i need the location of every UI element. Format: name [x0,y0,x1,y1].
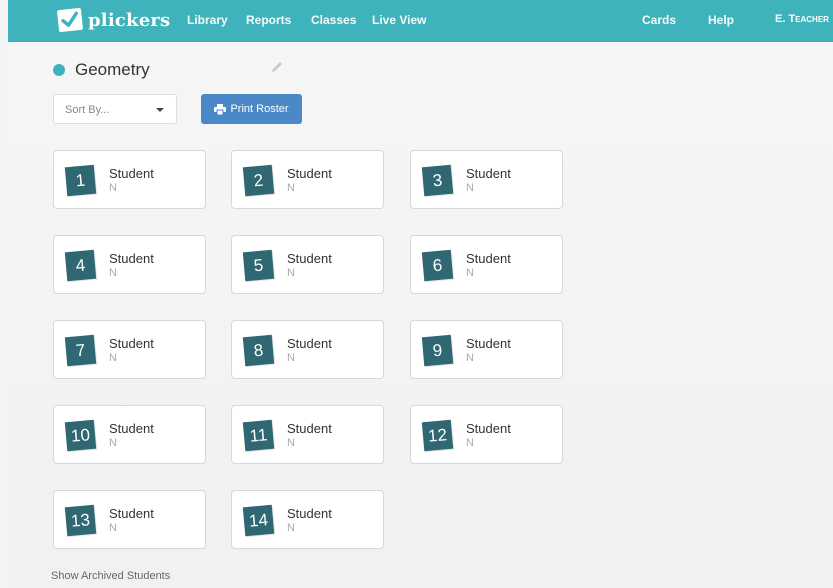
card-number-badge: 8 [242,334,275,367]
card-number-badge: 11 [242,419,275,452]
student-last-name: N [287,522,295,534]
card-number-badge: 1 [64,164,97,197]
student-last-name: N [109,182,117,194]
student-first-name: Student [466,421,511,436]
nav-classes[interactable]: Classes [311,13,356,27]
student-card[interactable]: 7 Student N [53,320,206,379]
student-last-name: N [466,352,474,364]
student-card[interactable]: 9 Student N [410,320,563,379]
student-first-name: Student [109,251,154,266]
card-number-badge: 2 [242,164,275,197]
class-color-dot [53,64,65,76]
print-roster-label: Print Roster [230,103,289,115]
edit-pencil-icon[interactable] [270,60,284,79]
chevron-down-icon [156,108,164,112]
logo-text: plickers [88,9,171,31]
student-card[interactable]: 5 Student N [231,235,384,294]
nav-user-menu[interactable]: E. Teacher [775,13,829,25]
student-first-name: Student [109,166,154,181]
student-card[interactable]: 11 Student N [231,405,384,464]
student-last-name: N [109,437,117,449]
student-first-name: Student [287,166,332,181]
card-number-badge: 10 [64,419,97,452]
student-last-name: N [466,437,474,449]
student-card[interactable]: 2 Student N [231,150,384,209]
student-last-name: N [109,352,117,364]
top-navbar: plickers Library Reports Classes Live Vi… [8,0,833,42]
card-number-badge: 5 [242,249,275,282]
student-first-name: Student [287,336,332,351]
show-archived-students-link[interactable]: Show Archived Students [51,570,170,582]
student-first-name: Student [109,506,154,521]
student-last-name: N [466,267,474,279]
student-first-name: Student [287,506,332,521]
student-first-name: Student [466,336,511,351]
student-last-name: N [287,267,295,279]
student-card[interactable]: 1 Student N [53,150,206,209]
class-title: Geometry [75,60,150,79]
student-card[interactable]: 12 Student N [410,405,563,464]
checkmark-logo-icon [56,7,84,33]
card-number-badge: 7 [64,334,97,367]
student-card[interactable]: 8 Student N [231,320,384,379]
student-first-name: Student [109,421,154,436]
student-card[interactable]: 14 Student N [231,490,384,549]
student-last-name: N [287,437,295,449]
card-number-badge: 13 [64,504,97,537]
student-card[interactable]: 13 Student N [53,490,206,549]
student-first-name: Student [287,251,332,266]
nav-help[interactable]: Help [708,13,734,27]
card-number-badge: 12 [421,419,454,452]
student-card[interactable]: 10 Student N [53,405,206,464]
student-last-name: N [109,267,117,279]
sort-by-select[interactable]: Sort By... [53,94,177,124]
nav-reports[interactable]: Reports [246,13,291,27]
student-first-name: Student [466,166,511,181]
card-number-badge: 9 [421,334,454,367]
student-first-name: Student [287,421,332,436]
nav-live-view[interactable]: Live View [372,13,426,27]
student-card[interactable]: 3 Student N [410,150,563,209]
sort-by-label: Sort By... [65,104,110,116]
card-number-badge: 14 [242,504,275,537]
card-number-badge: 6 [421,249,454,282]
card-number-badge: 3 [421,164,454,197]
nav-library[interactable]: Library [187,13,228,27]
printer-icon [214,103,227,115]
nav-cards[interactable]: Cards [642,13,676,27]
student-last-name: N [287,182,295,194]
print-roster-button[interactable]: Print Roster [201,94,302,124]
student-first-name: Student [109,336,154,351]
student-last-name: N [287,352,295,364]
student-first-name: Student [466,251,511,266]
plickers-logo[interactable]: plickers [56,7,171,33]
student-last-name: N [466,182,474,194]
student-card[interactable]: 4 Student N [53,235,206,294]
student-card[interactable]: 6 Student N [410,235,563,294]
card-number-badge: 4 [64,249,97,282]
student-last-name: N [109,522,117,534]
